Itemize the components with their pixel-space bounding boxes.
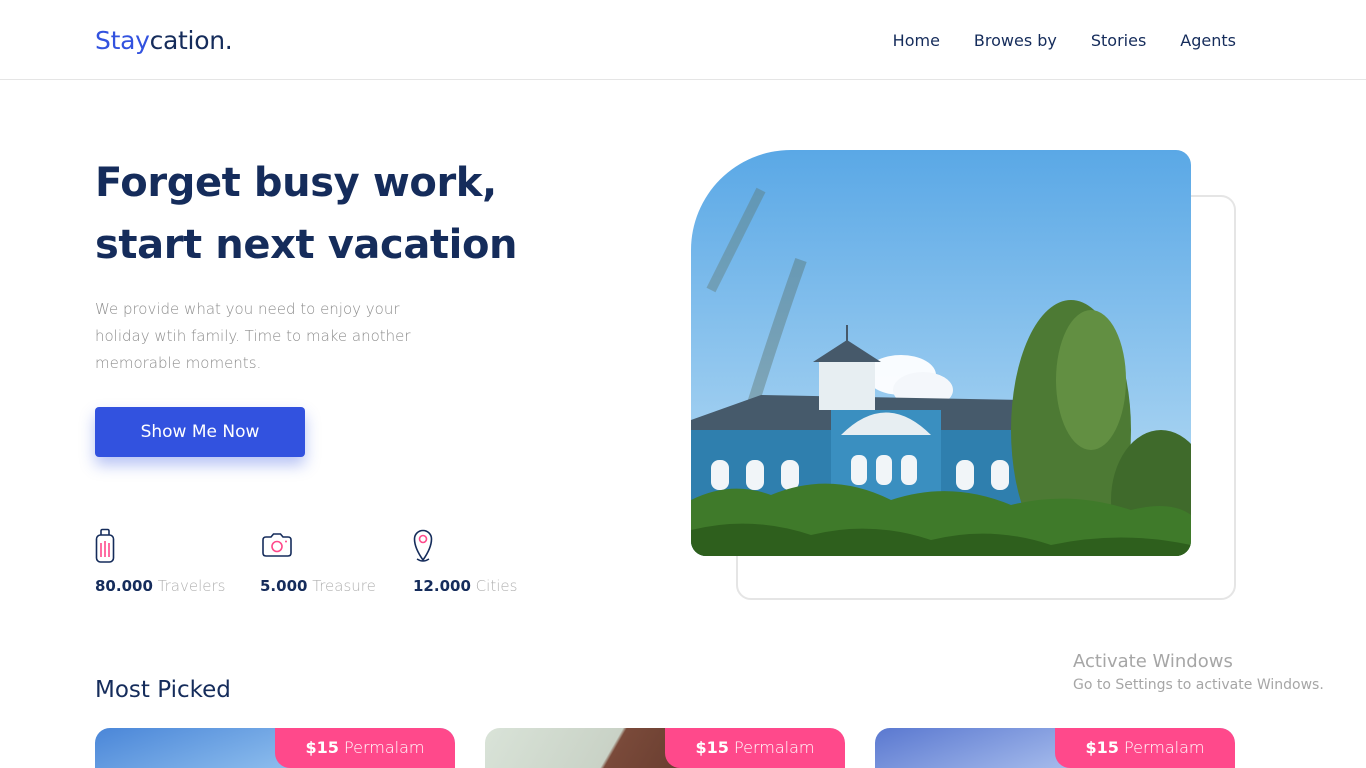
hero-description: We provide what you need to enjoy your h… — [95, 300, 411, 372]
activate-windows-watermark: Activate Windows Go to Settings to activ… — [1073, 651, 1324, 695]
most-picked-title: Most Picked — [95, 677, 231, 703]
hero-title-line-1: Forget busy work, — [95, 160, 497, 206]
stat-treasure: 5.000 Treasure — [260, 528, 376, 595]
hero-title: Forget busy work, start next vacation — [95, 152, 635, 276]
main-nav: Home Browes by Stories Agents — [893, 31, 1236, 51]
most-picked-card[interactable]: $15 Permalam — [95, 728, 455, 768]
stat-travelers: 80.000 Travelers — [95, 528, 225, 595]
stat-cities: 12.000 Cities — [413, 528, 517, 595]
show-me-now-button[interactable]: Show Me Now — [95, 407, 305, 457]
most-picked-card[interactable]: $15 Permalam — [485, 728, 845, 768]
hero-house-photo — [691, 150, 1191, 556]
camera-icon — [262, 533, 292, 557]
stat-travelers-label: 80.000 Travelers — [95, 577, 226, 595]
stat-cities-label: 12.000 Cities — [413, 577, 518, 595]
suitcase-icon — [95, 528, 115, 563]
most-picked-card[interactable]: $15 Permalam — [875, 728, 1235, 768]
brand-logo[interactable]: Staycation. — [95, 26, 233, 56]
watermark-title: Activate Windows — [1073, 651, 1233, 672]
price-badge: $15 Permalam — [665, 728, 845, 768]
brand-part-2: cation. — [149, 26, 233, 55]
hero-title-line-2: start next vacation — [95, 222, 518, 268]
watermark-subtitle: Go to Settings to activate Windows. — [1073, 677, 1324, 693]
top-navbar: Staycation. Home Browes by Stories Agent… — [0, 0, 1366, 80]
stat-treasure-label: 5.000 Treasure — [260, 577, 376, 595]
price-badge: $15 Permalam — [1055, 728, 1235, 768]
nav-home[interactable]: Home — [893, 31, 940, 51]
map-pin-icon — [413, 529, 433, 562]
nav-browse-by[interactable]: Browes by — [974, 31, 1057, 51]
price-badge: $15 Permalam — [275, 728, 455, 768]
nav-stories[interactable]: Stories — [1091, 31, 1146, 51]
nav-agents[interactable]: Agents — [1180, 31, 1236, 51]
brand-part-1: Stay — [95, 26, 150, 55]
